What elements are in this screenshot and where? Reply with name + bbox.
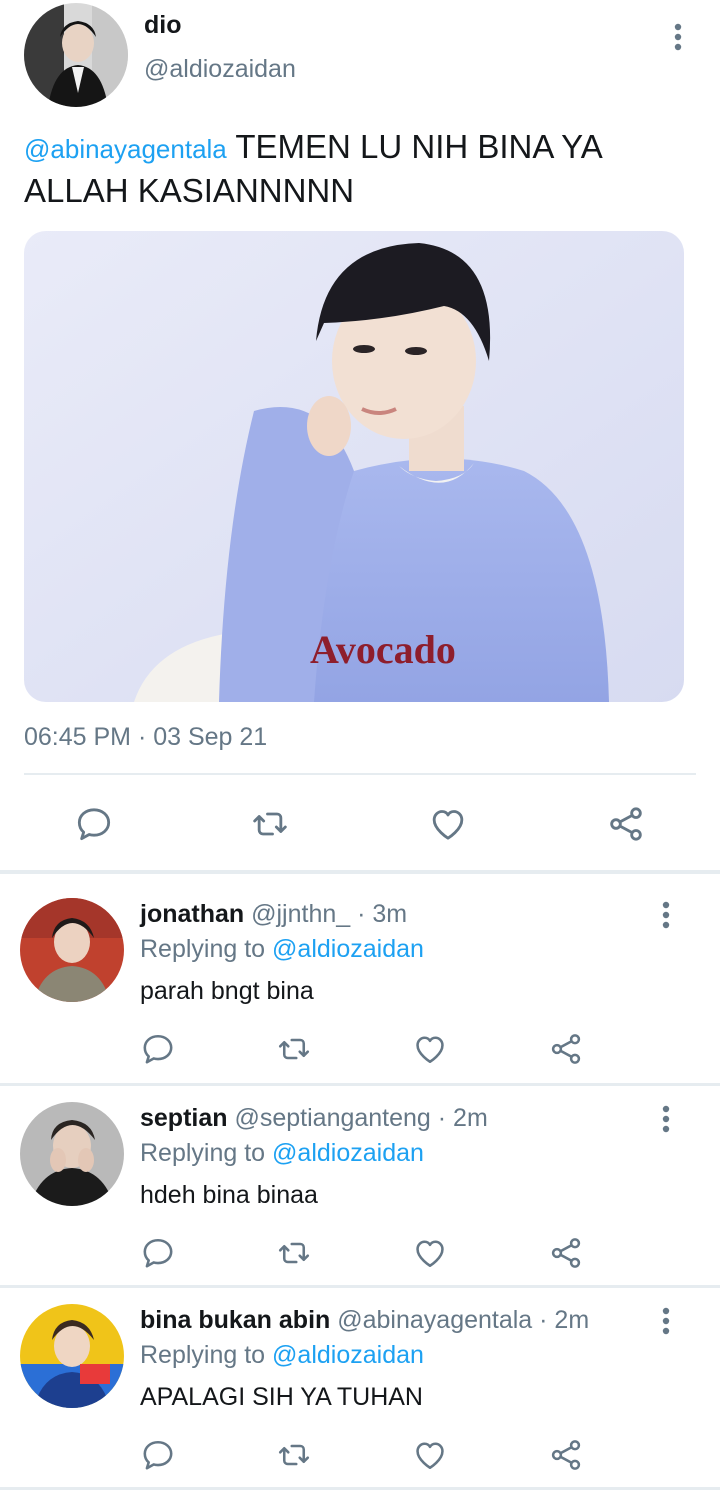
reply-tweet[interactable]: jonathan @jjnthn_ · 3m Replying to @aldi… bbox=[0, 882, 720, 1082]
handle-and-time: @abinayagentala · 2m bbox=[330, 1306, 590, 1334]
avatar[interactable] bbox=[20, 1102, 124, 1206]
like-icon[interactable] bbox=[412, 1235, 448, 1271]
reply-text: APALAGI SIH YA TUHAN bbox=[140, 1383, 423, 1411]
reply-header: septian @septianganteng · 2m bbox=[140, 1104, 488, 1133]
retweet-icon[interactable] bbox=[276, 1437, 312, 1473]
reply-text: hdeh bina binaa bbox=[140, 1181, 318, 1209]
reply-icon[interactable] bbox=[140, 1437, 176, 1473]
more-options-icon[interactable] bbox=[652, 1306, 680, 1336]
avatar[interactable] bbox=[20, 898, 124, 1002]
sweater-print: Avocado bbox=[310, 627, 456, 672]
tweet-photo[interactable]: Avocado bbox=[24, 231, 684, 702]
handle-and-time: @jjnthn_ · 3m bbox=[244, 900, 408, 928]
tweet-text: @abinayagentala TEMEN LU NIH BINA YA ALL… bbox=[24, 126, 684, 212]
more-options-icon[interactable] bbox=[664, 22, 692, 52]
replying-to: Replying to @aldiozaidan bbox=[140, 1341, 424, 1370]
replying-to: Replying to @aldiozaidan bbox=[140, 935, 424, 964]
display-name[interactable]: jonathan bbox=[140, 900, 244, 928]
more-options-icon[interactable] bbox=[652, 1104, 680, 1134]
reply-actions bbox=[0, 1231, 720, 1275]
like-icon[interactable] bbox=[428, 804, 468, 844]
reply-header: jonathan @jjnthn_ · 3m bbox=[140, 900, 407, 929]
retweet-icon[interactable] bbox=[276, 1235, 312, 1271]
reply-tweet[interactable]: bina bukan abin @abinayagentala · 2m Rep… bbox=[0, 1288, 720, 1488]
mention-link[interactable]: @abinayagentala bbox=[24, 134, 227, 164]
reply-actions bbox=[0, 1433, 720, 1477]
replying-to-label: Replying to bbox=[140, 1139, 273, 1167]
like-icon[interactable] bbox=[412, 1031, 448, 1067]
reply-icon[interactable] bbox=[140, 1031, 176, 1067]
retweet-icon[interactable] bbox=[276, 1031, 312, 1067]
tweet-actions bbox=[0, 800, 720, 848]
reply-actions bbox=[0, 1027, 720, 1071]
share-icon[interactable] bbox=[606, 804, 646, 844]
share-icon[interactable] bbox=[548, 1437, 584, 1473]
main-tweet: dio @aldiozaidan @abinayagentala TEMEN L… bbox=[0, 0, 720, 872]
tweet-timestamp: 06:45 PM · 03 Sep 21 bbox=[24, 723, 268, 751]
divider bbox=[24, 773, 696, 775]
display-name[interactable]: bina bukan abin bbox=[140, 1306, 330, 1334]
reply-text: parah bngt bina bbox=[140, 977, 314, 1005]
display-name[interactable]: septian bbox=[140, 1104, 228, 1132]
replying-to-handle[interactable]: @aldiozaidan bbox=[272, 1139, 424, 1167]
retweet-icon[interactable] bbox=[250, 804, 290, 844]
replying-to-label: Replying to bbox=[140, 1341, 273, 1369]
reply-header: bina bukan abin @abinayagentala · 2m bbox=[140, 1306, 589, 1335]
user-handle[interactable]: @aldiozaidan bbox=[144, 55, 296, 84]
replying-to-handle[interactable]: @aldiozaidan bbox=[272, 1341, 424, 1369]
like-icon[interactable] bbox=[412, 1437, 448, 1473]
more-options-icon[interactable] bbox=[652, 900, 680, 930]
handle-and-time: @septianganteng · 2m bbox=[227, 1104, 488, 1132]
display-name[interactable]: dio bbox=[144, 11, 182, 40]
section-divider bbox=[0, 870, 720, 874]
replying-to-label: Replying to bbox=[140, 935, 273, 963]
reply-tweet[interactable]: septian @septianganteng · 2m Replying to… bbox=[0, 1086, 720, 1286]
avatar[interactable] bbox=[24, 3, 128, 107]
reply-icon[interactable] bbox=[74, 804, 114, 844]
reply-icon[interactable] bbox=[140, 1235, 176, 1271]
replying-to: Replying to @aldiozaidan bbox=[140, 1139, 424, 1168]
share-icon[interactable] bbox=[548, 1031, 584, 1067]
avatar[interactable] bbox=[20, 1304, 124, 1408]
replying-to-handle[interactable]: @aldiozaidan bbox=[272, 935, 424, 963]
share-icon[interactable] bbox=[548, 1235, 584, 1271]
